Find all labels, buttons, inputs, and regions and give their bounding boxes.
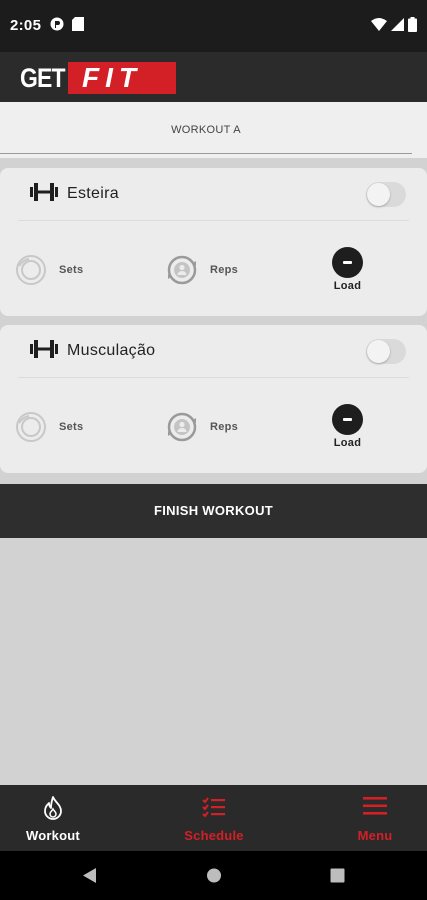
app-notification-icon xyxy=(50,17,64,31)
toggle-knob xyxy=(367,183,390,206)
tab-schedule-label: Schedule xyxy=(184,828,244,843)
hamburger-icon xyxy=(363,797,387,815)
tab-schedule[interactable]: Schedule xyxy=(161,785,267,851)
tab-workout-label: Workout xyxy=(26,828,80,843)
system-nav-bar xyxy=(0,851,427,900)
getfit-logo: GET FIT xyxy=(20,62,176,94)
reps-label: Reps xyxy=(210,421,239,433)
recents-icon[interactable] xyxy=(330,867,345,884)
card-divider xyxy=(18,220,409,221)
load-label: Load xyxy=(333,280,362,292)
sets-icon[interactable] xyxy=(15,254,47,286)
tab-menu-label: Menu xyxy=(357,828,393,843)
dumbbell-icon xyxy=(30,340,58,358)
status-time: 2:05 xyxy=(10,17,42,34)
exercise-name: Esteira xyxy=(67,185,119,202)
header-underline xyxy=(0,153,412,154)
sets-label: Sets xyxy=(59,264,84,276)
reps-icon[interactable] xyxy=(166,411,198,443)
home-icon[interactable] xyxy=(206,867,222,884)
finish-workout-button[interactable]: FINISH WORKOUT xyxy=(0,484,427,538)
card-divider xyxy=(18,377,409,378)
exercise-name: Musculação xyxy=(67,342,156,359)
load-label: Load xyxy=(333,437,362,449)
tab-menu[interactable]: Menu xyxy=(322,785,427,851)
dumbbell-icon xyxy=(30,183,58,201)
workout-header: WORKOUT A xyxy=(0,102,427,158)
status-bar: 2:05 xyxy=(0,0,427,52)
reps-icon[interactable] xyxy=(166,254,198,286)
exercise-toggle[interactable] xyxy=(366,182,406,207)
exercise-toggle[interactable] xyxy=(366,339,406,364)
workout-title: WORKOUT A xyxy=(171,124,241,136)
load-button[interactable] xyxy=(332,404,363,435)
tab-workout[interactable]: Workout xyxy=(0,785,106,851)
sets-label: Sets xyxy=(59,421,84,433)
checklist-icon xyxy=(202,797,225,818)
sets-icon[interactable] xyxy=(15,411,47,443)
load-button[interactable] xyxy=(332,247,363,278)
signal-icon xyxy=(391,18,404,31)
wifi-icon xyxy=(371,18,387,31)
back-icon[interactable] xyxy=(82,867,97,884)
reps-label: Reps xyxy=(210,264,239,276)
exercise-card: Esteira Sets Reps Load xyxy=(0,168,427,316)
exercise-card: Musculação Sets Reps Load xyxy=(0,325,427,473)
toggle-knob xyxy=(367,340,390,363)
sd-card-icon xyxy=(72,17,84,31)
app-bar: GET FIT xyxy=(0,52,427,102)
battery-icon xyxy=(408,17,417,32)
bottom-tab-bar: Workout Schedule Menu xyxy=(0,785,427,851)
flame-icon xyxy=(44,796,62,820)
